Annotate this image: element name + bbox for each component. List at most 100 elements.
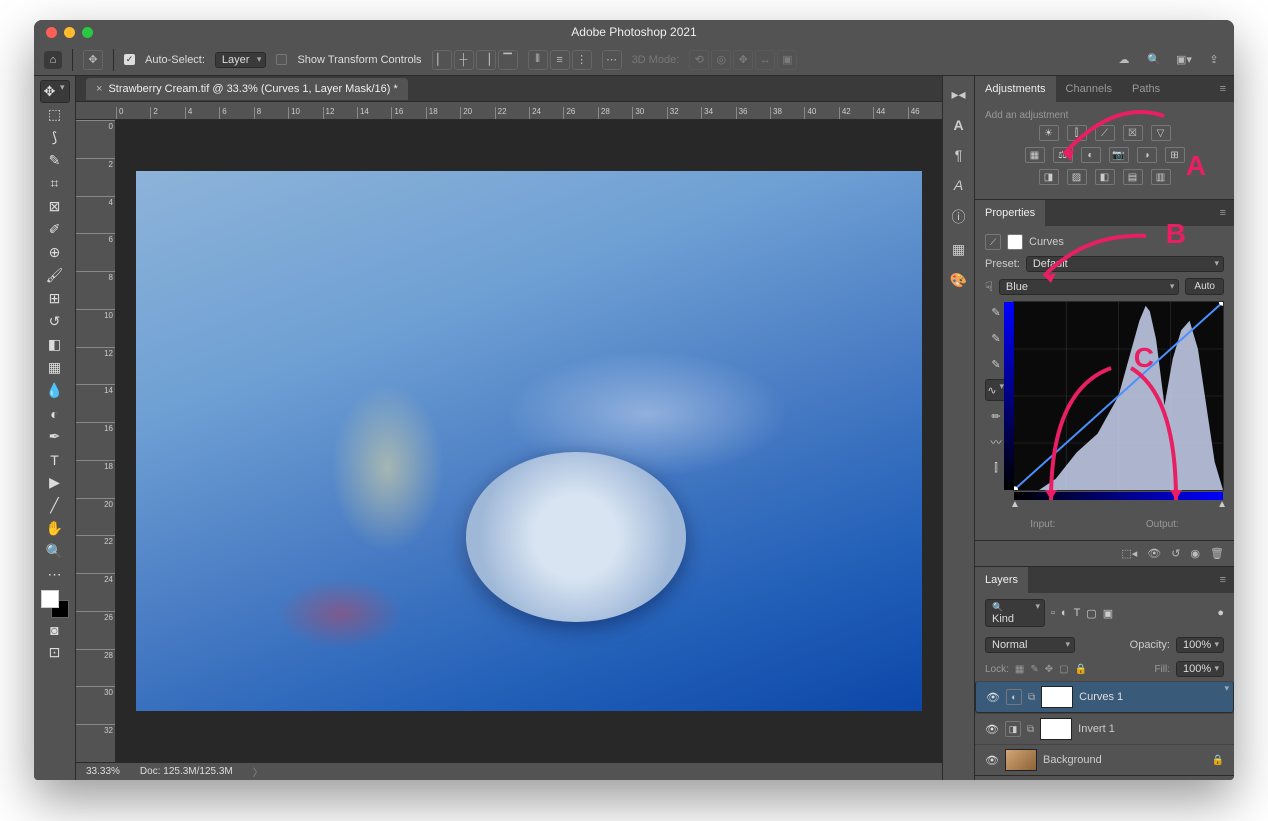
view-previous-icon[interactable]: ◉ (1190, 547, 1200, 560)
channel-mixer-icon[interactable]: ◑ (1137, 147, 1157, 163)
character-panel-icon[interactable]: A (953, 117, 963, 133)
distribute-h-icon[interactable]: ⫴ (528, 50, 548, 70)
mask-link-icon[interactable]: ⧉ (1027, 724, 1034, 735)
tab-paths[interactable]: Paths (1122, 76, 1170, 102)
eraser-tool[interactable]: ◧ (40, 333, 70, 356)
threshold-icon[interactable]: ◧ (1095, 169, 1115, 185)
curves-graph[interactable]: ▲ ▲ (1013, 301, 1224, 491)
screen-mode-toggle[interactable]: ⊡ (40, 641, 70, 664)
fill-input[interactable]: 100% (1176, 661, 1224, 677)
hand-tool[interactable]: ✋ (40, 517, 70, 540)
history-brush-tool[interactable]: ↺ (40, 310, 70, 333)
delete-adjustment-icon[interactable]: 🗑 (1210, 547, 1224, 560)
layer-name[interactable]: Invert 1 (1078, 723, 1115, 735)
filter-shape-icon[interactable]: ▢ (1086, 607, 1096, 620)
history-panel-icon[interactable]: ▸◂ (951, 86, 965, 103)
layer-mask-thumbnail[interactable] (1041, 686, 1073, 708)
align-right-icon[interactable]: ▕ (476, 50, 496, 70)
lock-transparent-icon[interactable]: ▦ (1015, 664, 1024, 675)
marquee-tool[interactable]: ⬚ (40, 103, 70, 126)
photo-filter-icon[interactable]: 📷 (1109, 147, 1129, 163)
cloud-docs-icon[interactable]: ☁ (1114, 50, 1134, 70)
properties-panel-menu-icon[interactable]: ≡ (1212, 207, 1234, 219)
paragraph-panel-icon[interactable]: ¶ (955, 147, 963, 163)
layer-visibility-icon[interactable]: 👁 (986, 691, 1000, 704)
info-panel-icon[interactable]: ⓘ (952, 207, 966, 227)
healing-brush-tool[interactable]: ⊕ (40, 241, 70, 264)
vibrance-icon[interactable]: ▽ (1151, 125, 1171, 141)
adjustments-panel-menu-icon[interactable]: ≡ (1212, 83, 1234, 95)
dodge-tool[interactable]: ◐ (40, 402, 70, 425)
black-point-slider[interactable]: ▲ (1010, 499, 1020, 510)
canvas-area[interactable] (116, 120, 942, 762)
levels-icon[interactable]: ⫿ (1067, 125, 1087, 141)
gradient-tool[interactable]: ▦ (40, 356, 70, 379)
quick-selection-tool[interactable]: ✎ (40, 149, 70, 172)
show-transform-checkbox[interactable] (276, 54, 287, 65)
lock-all-icon[interactable]: 🔒 (1075, 664, 1087, 675)
vertical-ruler[interactable]: 02468101214161820222426283032 (76, 120, 116, 762)
preset-dropdown[interactable]: Default (1026, 256, 1224, 272)
auto-select-checkbox[interactable]: ✓ (124, 54, 135, 65)
color-panel-icon[interactable]: 🎨 (950, 272, 967, 289)
channel-dropdown[interactable]: Blue (999, 279, 1180, 295)
frame-tool[interactable]: ⊠ (40, 195, 70, 218)
clip-to-layer-icon[interactable]: ⬚◂ (1121, 547, 1137, 560)
hue-saturation-icon[interactable]: ▦ (1025, 147, 1045, 163)
layer-name[interactable]: Curves 1 (1079, 691, 1123, 703)
curves-icon[interactable]: ⟋ (1095, 125, 1115, 141)
distribute-v-icon[interactable]: ≡ (550, 50, 570, 70)
layer-curves-1[interactable]: 👁 ◐ ⧉ Curves 1 (975, 681, 1234, 713)
search-icon[interactable]: 🔍 (1144, 50, 1164, 70)
brush-tool[interactable]: 🖌 (40, 264, 70, 287)
posterize-icon[interactable]: ▨ (1067, 169, 1087, 185)
auto-select-target-dropdown[interactable]: Layer (215, 52, 267, 68)
mask-link-icon[interactable]: ⧉ (1028, 692, 1035, 703)
toggle-visibility-icon[interactable]: 👁 (1147, 547, 1161, 560)
lasso-tool[interactable]: ⟆ (40, 126, 70, 149)
layer-name[interactable]: Background (1043, 754, 1102, 766)
lock-position-icon[interactable]: ✥ (1045, 664, 1053, 675)
filter-adjustment-icon[interactable]: ◐ (1061, 607, 1068, 619)
brightness-contrast-icon[interactable]: ☀ (1039, 125, 1059, 141)
selective-color-icon[interactable]: ▥ (1151, 169, 1171, 185)
zoom-tool[interactable]: 🔍 (40, 540, 70, 563)
black-white-icon[interactable]: ◐ (1081, 147, 1101, 163)
layer-thumbnail[interactable] (1005, 749, 1037, 771)
edit-toolbar[interactable]: ⋯ (40, 563, 70, 586)
minimize-window-button[interactable] (64, 27, 75, 38)
zoom-level[interactable]: 33.33% (86, 766, 120, 777)
layers-panel-menu-icon[interactable]: ≡ (1212, 574, 1234, 586)
align-center-h-icon[interactable]: ┼ (454, 50, 474, 70)
blur-tool[interactable]: 💧 (40, 379, 70, 402)
invert-icon[interactable]: ◨ (1039, 169, 1059, 185)
more-align-icon[interactable]: ⋯ (602, 50, 622, 70)
clone-stamp-tool[interactable]: ⊞ (40, 287, 70, 310)
share-icon[interactable]: ⇪ (1204, 50, 1224, 70)
gradient-map-icon[interactable]: ▤ (1123, 169, 1143, 185)
pen-tool[interactable]: ✒ (40, 425, 70, 448)
opacity-input[interactable]: 100% (1176, 637, 1224, 653)
align-left-icon[interactable]: ▏ (432, 50, 452, 70)
color-swatches[interactable] (41, 590, 69, 618)
distribute-spacing-icon[interactable]: ⋮ (572, 50, 592, 70)
filter-type-icon[interactable]: T (1074, 607, 1081, 619)
exposure-icon[interactable]: ☒ (1123, 125, 1143, 141)
close-window-button[interactable] (46, 27, 57, 38)
type-tool[interactable]: T (40, 448, 70, 471)
lock-image-icon[interactable]: ✎ (1030, 664, 1038, 675)
doc-size[interactable]: Doc: 125.3M/125.3M (140, 766, 233, 777)
blend-mode-dropdown[interactable]: Normal (985, 637, 1075, 653)
layer-invert-1[interactable]: 👁 ◨ ⧉ Invert 1 (975, 713, 1234, 744)
home-button[interactable]: ⌂ (44, 51, 62, 69)
document-tab[interactable]: × Strawberry Cream.tif @ 33.3% (Curves 1… (86, 78, 408, 100)
targeted-adjustment-icon[interactable]: ☟ (985, 279, 993, 295)
filter-pixel-icon[interactable]: ▫ (1051, 607, 1055, 619)
shape-tool[interactable]: ╱ (40, 494, 70, 517)
lock-artboard-icon[interactable]: ▢ (1059, 664, 1068, 675)
layer-mask-thumbnail[interactable] (1040, 718, 1072, 740)
layer-mask-icon[interactable] (1007, 234, 1023, 250)
zoom-window-button[interactable] (82, 27, 93, 38)
crop-tool[interactable]: ⌗ (40, 172, 70, 195)
color-balance-icon[interactable]: ⚖ (1053, 147, 1073, 163)
